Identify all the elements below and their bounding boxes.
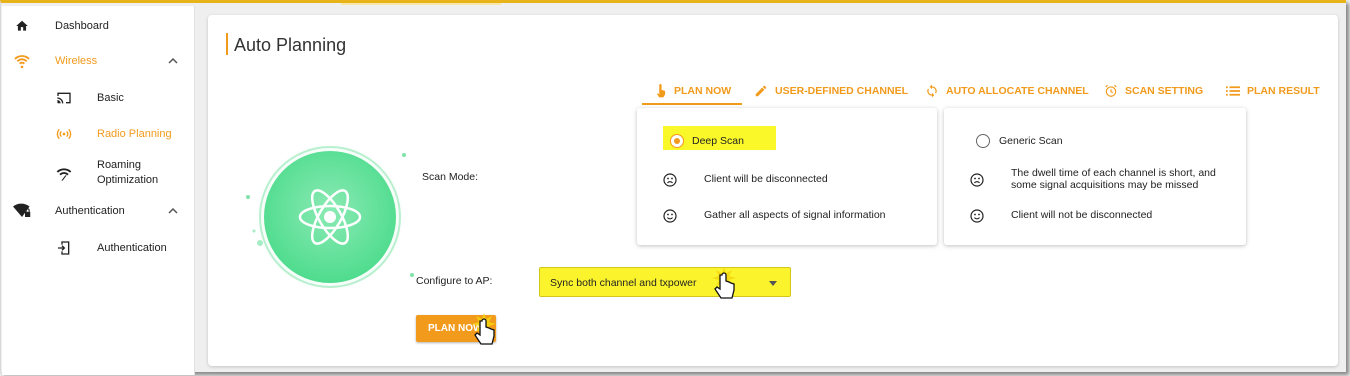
sidebar-item-label: Wireless <box>55 55 98 67</box>
sidebar-item-roaming[interactable]: Roaming Optimization <box>2 156 195 190</box>
deep-scan-point-1: Client will be disconnected <box>704 173 828 185</box>
tab-user-defined-channel[interactable]: USER-DEFINED CHANNEL <box>754 77 908 105</box>
alarm-clock-icon <box>1105 84 1117 97</box>
tab-label: PLAN RESULT <box>1247 85 1320 97</box>
sidebar-item-dashboard[interactable]: Dashboard <box>2 16 195 36</box>
scan-mode-label: Scan Mode: <box>422 171 479 183</box>
sad-face-icon <box>663 173 677 187</box>
scan-illustration <box>238 135 418 305</box>
generic-scan-option[interactable]: Generic Scan The dwell time of each chan… <box>944 108 1246 245</box>
tab-scan-setting[interactable]: SCAN SETTING <box>1104 77 1203 105</box>
auth-wifi-lock-icon <box>12 201 32 221</box>
configure-ap-value: Sync both channel and txpower <box>550 277 697 289</box>
sidebar-item-basic[interactable]: Basic <box>2 88 195 108</box>
deep-scan-radio[interactable] <box>670 134 684 148</box>
refresh-icon <box>927 84 937 98</box>
radio-signal-icon <box>54 124 74 144</box>
generic-scan-point-1b: some signal acquisitions may be missed <box>1011 179 1199 191</box>
dropdown-caret-icon <box>769 281 777 286</box>
page-title: Auto Planning <box>234 35 347 55</box>
sidebar-item-wireless[interactable]: Wireless <box>2 51 195 71</box>
generic-scan-label: Generic Scan <box>999 135 1063 147</box>
deep-scan-point-2: Gather all aspects of signal information <box>704 209 886 221</box>
tab-plan-now[interactable]: PLAN NOW <box>655 77 731 105</box>
wifi-icon <box>12 51 32 71</box>
tab-label: SCAN SETTING <box>1125 85 1204 97</box>
sidebar-item-radio-planning[interactable]: Radio Planning <box>2 124 195 144</box>
tab-plan-result[interactable]: PLAN RESULT <box>1226 77 1320 105</box>
list-icon <box>1226 86 1240 96</box>
sidebar-item-label: Radio Planning <box>97 128 172 140</box>
roaming-wifi-icon <box>54 164 74 184</box>
sidebar-item-label: Authentication <box>55 205 125 217</box>
title-accent <box>226 33 228 55</box>
configure-ap-select[interactable]: Sync both channel and txpower <box>539 267 791 297</box>
home-icon <box>12 16 32 36</box>
deep-scan-label: Deep Scan <box>692 135 744 147</box>
sidebar: Dashboard Wireless Basic Radio Planning <box>2 6 195 375</box>
cast-icon <box>54 88 74 108</box>
happy-face-icon <box>970 209 984 223</box>
top-accent-line <box>341 3 501 5</box>
sad-face-icon <box>970 173 984 187</box>
sidebar-item-authentication-group[interactable]: Authentication <box>2 201 195 221</box>
auto-planning-card: Auto Planning PLAN NOW USER-DEFINED CHAN… <box>208 15 1338 366</box>
click-cursor-icon <box>712 267 736 299</box>
configure-ap-label: Configure to AP: <box>416 275 493 287</box>
generic-scan-point-2: Client will not be disconnected <box>1011 209 1153 221</box>
click-cursor-icon <box>472 313 496 345</box>
chevron-up-icon[interactable] <box>167 205 179 217</box>
deep-scan-option[interactable]: Deep Scan Client will be disconnected Ga… <box>637 108 937 245</box>
tab-auto-allocate-channel[interactable]: AUTO ALLOCATE CHANNEL <box>925 77 1089 105</box>
touch-icon <box>656 84 666 98</box>
generic-scan-point-1a: The dwell time of each channel is short,… <box>1011 167 1216 179</box>
app-frame: Dashboard Wireless Basic Radio Planning <box>0 0 1346 375</box>
generic-scan-radio[interactable] <box>976 134 990 148</box>
tab-label: USER-DEFINED CHANNEL <box>775 85 909 97</box>
login-icon <box>54 238 74 258</box>
sidebar-item-label: Optimization <box>97 174 159 186</box>
sidebar-item-label: Roaming <box>97 159 142 171</box>
chevron-up-icon[interactable] <box>167 55 179 67</box>
sidebar-item-label: Authentication <box>97 242 167 254</box>
tab-label: AUTO ALLOCATE CHANNEL <box>946 85 1089 97</box>
tab-label: PLAN NOW <box>674 85 732 97</box>
happy-face-icon <box>663 209 677 223</box>
tab-bar: PLAN NOW USER-DEFINED CHANNEL AUTO ALLOC… <box>208 77 1338 105</box>
active-tab-indicator <box>642 103 742 105</box>
atom-icon <box>246 139 414 295</box>
sidebar-item-label: Dashboard <box>55 20 109 32</box>
sidebar-item-label: Basic <box>97 92 124 104</box>
pencil-icon <box>755 85 767 97</box>
sidebar-item-authentication[interactable]: Authentication <box>2 238 195 258</box>
